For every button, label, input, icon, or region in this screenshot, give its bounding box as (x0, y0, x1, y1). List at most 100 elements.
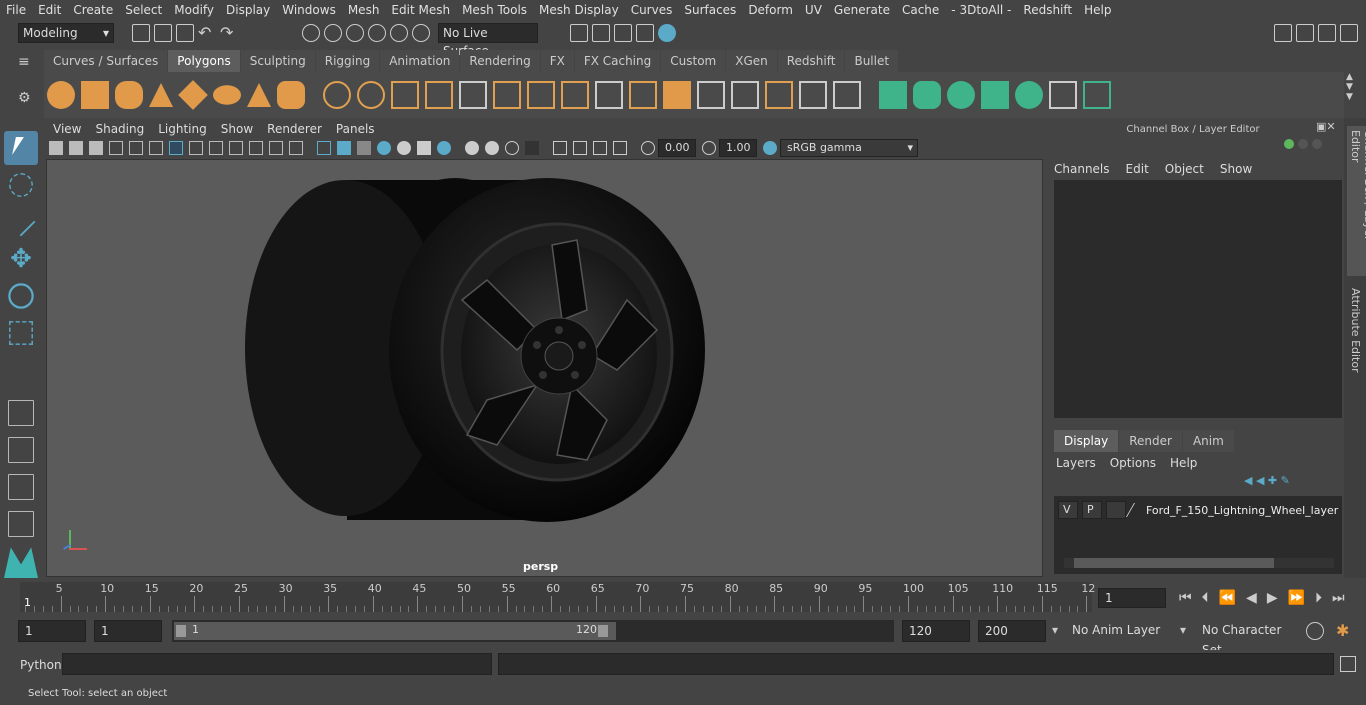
menu-uv[interactable]: UV (799, 0, 828, 20)
anim-start-field[interactable]: 1 (18, 620, 86, 642)
grease-pencil-icon[interactable] (129, 141, 143, 155)
layer-playback-toggle[interactable]: P (1082, 501, 1102, 519)
shelf-tab-bullet[interactable]: Bullet (845, 50, 899, 72)
viewport-persp[interactable]: persp (46, 159, 1043, 577)
outliner-icon[interactable] (8, 511, 34, 537)
poly-cylinder-icon[interactable] (115, 81, 143, 109)
scale-tool-icon[interactable] (9, 321, 33, 345)
layer-menu-layers[interactable]: Layers (1056, 456, 1096, 470)
shelf-tab-xgen[interactable]: XGen (726, 50, 777, 72)
gamma-field[interactable]: 1.00 (719, 139, 757, 157)
layer-visibility-toggle[interactable]: V (1058, 501, 1078, 519)
snap-view-icon[interactable] (412, 24, 430, 42)
image-plane-icon[interactable] (109, 141, 123, 155)
film-gate-icon[interactable] (189, 141, 203, 155)
use-all-lights-icon[interactable] (397, 141, 411, 155)
lasso-icon[interactable] (324, 24, 342, 42)
viewport-menu-shading[interactable]: Shading (88, 120, 151, 138)
menu-generate[interactable]: Generate (828, 0, 896, 20)
target-weld-icon[interactable] (595, 81, 623, 109)
anim-end-field[interactable]: 200 (978, 620, 1046, 642)
uv-icon[interactable] (799, 81, 827, 109)
poly-pipe-icon[interactable] (277, 81, 305, 109)
hypershade-icon[interactable] (658, 24, 676, 42)
menu-3dtoall[interactable]: - 3DtoAll - (945, 0, 1017, 20)
fill-hole-icon[interactable] (663, 81, 691, 109)
field-chart-icon[interactable] (249, 141, 263, 155)
channel-box-menu-channels[interactable]: Channels (1054, 162, 1110, 176)
shelf-tab-polygons[interactable]: Polygons (168, 50, 240, 72)
range-start-handle[interactable] (176, 625, 186, 637)
go-to-end-icon[interactable]: ⏭ (1332, 590, 1345, 606)
menu-deform[interactable]: Deform (742, 0, 799, 20)
character-set-dropdown[interactable]: No Character Set (1196, 620, 1300, 657)
planar-map-icon[interactable] (879, 81, 907, 109)
exposure-icon[interactable] (641, 141, 655, 155)
shelf-settings-icon[interactable]: ⚙ (18, 90, 36, 108)
side-tab-attribute-editor[interactable]: Attribute Editor (1347, 284, 1364, 384)
render-icon[interactable] (592, 24, 610, 42)
grid-icon[interactable] (169, 141, 183, 155)
exposure-field[interactable]: 0.00 (658, 139, 696, 157)
save-scene-icon[interactable] (176, 24, 194, 42)
xray-icon[interactable] (553, 141, 567, 155)
shelf-tab-rendering[interactable]: Rendering (460, 50, 540, 72)
2d-pan-icon[interactable] (149, 141, 163, 155)
textured-icon[interactable] (377, 141, 391, 155)
screen-space-ao-icon[interactable] (437, 141, 451, 155)
playback-end-field[interactable]: 120 (902, 620, 970, 642)
combine-icon[interactable] (323, 81, 351, 109)
range-end-handle[interactable] (598, 625, 608, 637)
menu-mesh-tools[interactable]: Mesh Tools (456, 0, 533, 20)
step-back-icon[interactable]: ⏴ (1202, 590, 1209, 606)
viewport-menu-renderer[interactable]: Renderer (260, 120, 329, 138)
shelf-tab-custom[interactable]: Custom (661, 50, 726, 72)
go-to-start-icon[interactable]: ⏮ (1179, 590, 1192, 606)
new-scene-icon[interactable] (132, 24, 150, 42)
mode-dropdown[interactable]: Modeling ▾ (18, 23, 114, 43)
menu-mesh[interactable]: Mesh (342, 0, 386, 20)
layer-color-icon[interactable] (1125, 503, 1149, 517)
poly-pyramid-icon[interactable] (247, 83, 271, 107)
next-key-icon[interactable]: ⏩ (1288, 590, 1305, 606)
layer-type-toggle[interactable] (1106, 501, 1126, 519)
preferences-icon[interactable]: ✱ (1336, 622, 1354, 640)
resolution-gate-icon[interactable] (209, 141, 223, 155)
range-track[interactable]: 1 120 (172, 620, 894, 642)
menu-select[interactable]: Select (119, 0, 168, 20)
shadows-icon[interactable] (417, 141, 431, 155)
time-slider[interactable]: 5 10 15 20 25 30 35 40 45 50 55 60 65 70 75 80 85 90 95 100… (0, 578, 1366, 618)
shelf-tab-sculpting[interactable]: Sculpting (240, 50, 315, 72)
chevron-down-icon[interactable]: ▾ (1052, 623, 1058, 637)
viewport-menu-view[interactable]: View (46, 120, 88, 138)
multi-cut-icon[interactable] (561, 81, 589, 109)
auto-key-icon[interactable] (1306, 622, 1324, 640)
move-tool-icon[interactable]: ✥ (4, 242, 38, 276)
channel-box-menu-show[interactable]: Show (1220, 162, 1252, 176)
bookmark-icon[interactable] (89, 141, 103, 155)
isolate-select-icon[interactable] (525, 141, 539, 155)
tool-settings-icon[interactable] (1340, 24, 1358, 42)
menu-redshift[interactable]: Redshift (1017, 0, 1078, 20)
append-icon[interactable] (629, 81, 657, 109)
xray-components-icon[interactable] (593, 141, 607, 155)
camera-attributes-icon[interactable] (69, 141, 83, 155)
poly-cube-icon[interactable] (81, 81, 109, 109)
float-close-icon[interactable]: ▣✕ (1316, 120, 1342, 133)
select-tool-icon[interactable] (4, 131, 38, 165)
offset-edge-loop-icon[interactable] (731, 81, 759, 109)
smooth-icon[interactable] (425, 81, 453, 109)
layout-single-icon[interactable] (8, 400, 34, 426)
menu-create[interactable]: Create (67, 0, 119, 20)
script-editor-icon[interactable] (1340, 656, 1356, 672)
side-tab-channel-box[interactable]: Channel Box / Layer Editor (1347, 126, 1366, 276)
wireframe-icon[interactable] (317, 141, 331, 155)
menu-windows[interactable]: Windows (276, 0, 342, 20)
layout-two-icon[interactable] (8, 474, 34, 500)
depth-of-field-icon[interactable] (505, 141, 519, 155)
range-bar[interactable] (174, 622, 616, 640)
anti-alias-icon[interactable] (485, 141, 499, 155)
prev-key-icon[interactable]: ⏪ (1219, 590, 1236, 606)
shelf-tab-fx-caching[interactable]: FX Caching (574, 50, 661, 72)
menu-mesh-display[interactable]: Mesh Display (533, 0, 625, 20)
